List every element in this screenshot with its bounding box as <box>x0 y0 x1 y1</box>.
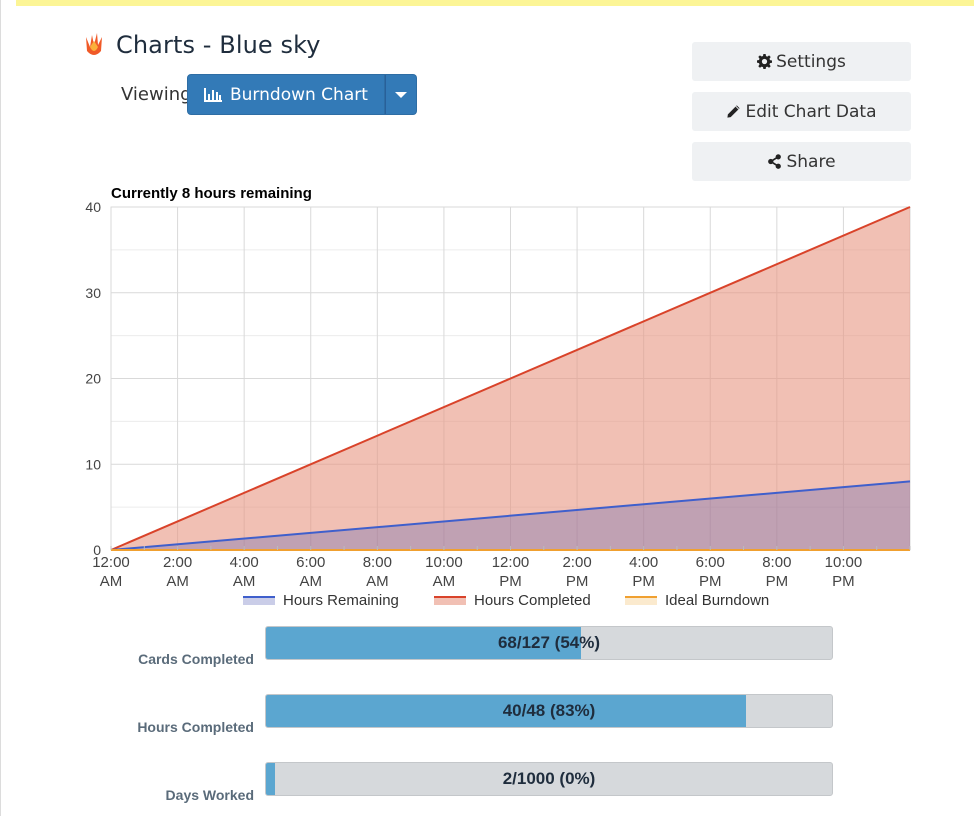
gear-icon <box>757 54 773 69</box>
progress-text: 2/1000 (0%) <box>502 769 596 788</box>
y-tick-label: 40 <box>85 199 101 215</box>
settings-label: Settings <box>776 51 846 72</box>
x-tick-label: 4:00 PM <box>629 554 658 590</box>
days-worked-progress-bar: 2/1000 (0%) <box>265 762 833 796</box>
hours-completed-progress-bar: 40/48 (83%) <box>265 694 833 728</box>
cards-completed-progress-bar: 68/127 (54%) <box>265 626 833 660</box>
top-banner <box>16 0 974 6</box>
x-tick-label: 6:00 AM <box>296 554 325 590</box>
share-button[interactable]: Share <box>692 142 911 181</box>
bar-chart-icon <box>204 87 223 102</box>
edit-chart-data-label: Edit Chart Data <box>745 101 877 122</box>
x-tick-label: 8:00 PM <box>762 554 791 590</box>
progress-text: 68/127 (54%) <box>497 633 601 652</box>
viewing-label: Viewing <box>121 84 192 105</box>
flame-logo-icon <box>86 33 102 55</box>
progress-text: 40/48 (83%) <box>502 701 596 720</box>
legend-item-ideal-burndown[interactable]: Ideal Burndown <box>625 592 769 609</box>
x-tick-label: 10:00 AM <box>425 554 463 590</box>
y-tick-label: 30 <box>85 285 101 301</box>
legend-item-hours-completed[interactable]: Hours Completed <box>434 592 591 609</box>
settings-button[interactable]: Settings <box>692 42 911 81</box>
legend-label: Hours Completed <box>474 592 591 609</box>
view-dropdown-toggle[interactable] <box>384 74 417 115</box>
caret-down-icon <box>394 91 407 98</box>
y-tick-label: 20 <box>85 371 101 387</box>
x-tick-label: 12:00 PM <box>492 554 530 590</box>
legend-swatch <box>434 596 466 605</box>
y-tick-label: 10 <box>85 456 101 472</box>
x-tick-label: 12:00 AM <box>92 554 130 590</box>
days-worked-label: Days Worked <box>165 787 254 803</box>
edit-chart-data-button[interactable]: Edit Chart Data <box>692 92 911 131</box>
legend-item-hours-remaining[interactable]: Hours Remaining <box>243 592 399 609</box>
chart-view-selector: Burndown Chart <box>187 74 417 115</box>
hours-completed-label: Hours Completed <box>137 719 254 735</box>
x-tick-label: 8:00 AM <box>363 554 392 590</box>
legend-label: Ideal Burndown <box>665 592 770 609</box>
chart-legend: Hours Remaining Hours Completed Ideal Burn… <box>0 592 974 612</box>
legend-swatch <box>243 596 275 605</box>
burndown-chart: 01020304012:00 AM2:00 AM4:00 AM6:00 AM8:00 AM… <box>85 199 911 590</box>
x-tick-label: 10:00 PM <box>825 554 863 590</box>
pencil-icon <box>726 104 741 119</box>
x-tick-label: 2:00 PM <box>562 554 591 590</box>
legend-swatch <box>625 596 657 605</box>
cards-completed-label: Cards Completed <box>138 651 254 667</box>
legend-label: Hours Remaining <box>283 592 399 609</box>
share-label: Share <box>786 151 836 172</box>
share-icon <box>767 154 782 169</box>
x-tick-label: 4:00 AM <box>230 554 259 590</box>
page-header: Charts - Blue sky <box>82 31 321 59</box>
burndown-chart-button-label: Burndown Chart <box>230 84 368 105</box>
burndown-chart-button[interactable]: Burndown Chart <box>187 74 385 115</box>
page-title: Charts - Blue sky <box>116 31 321 59</box>
x-tick-label: 6:00 PM <box>696 554 725 590</box>
x-tick-label: 2:00 AM <box>163 554 192 590</box>
